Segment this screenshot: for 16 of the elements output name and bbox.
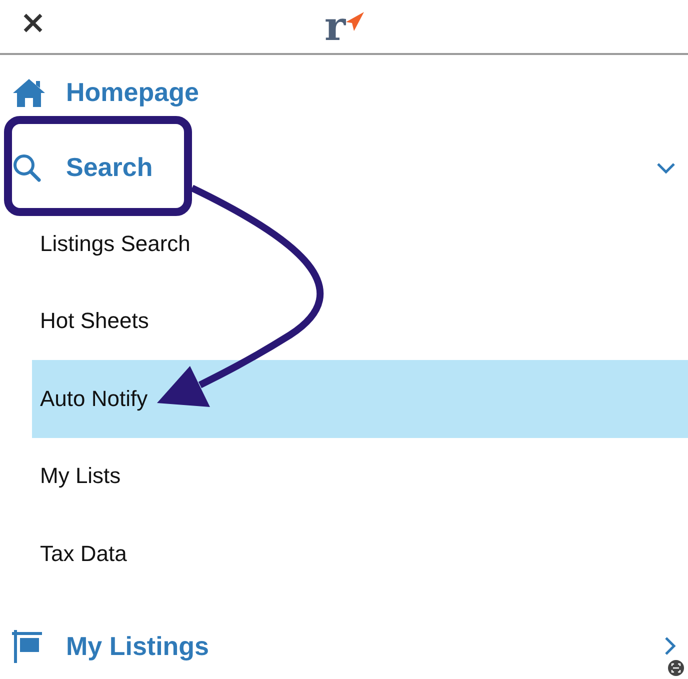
scan-icon[interactable] [668,660,684,676]
search-icon [12,152,42,182]
submenu-item[interactable]: My Lists [32,438,688,515]
submenu-item[interactable]: Hot Sheets [32,282,688,360]
menu-item[interactable]: Homepage [66,77,199,108]
home-icon [12,78,46,108]
logo-arrow-icon [346,12,364,32]
menu-item[interactable]: My Listings [66,630,210,662]
submenu-item[interactable]: Listings Search [32,205,688,282]
submenu-item[interactable]: Auto Notify [32,360,688,438]
menu-item[interactable]: Search [66,152,153,183]
chevron-down-icon[interactable] [656,162,676,174]
sign-icon [12,630,42,662]
logo: r [324,10,346,44]
chevron-right-icon[interactable] [664,636,676,656]
submenu-item[interactable]: Tax Data [32,515,688,592]
